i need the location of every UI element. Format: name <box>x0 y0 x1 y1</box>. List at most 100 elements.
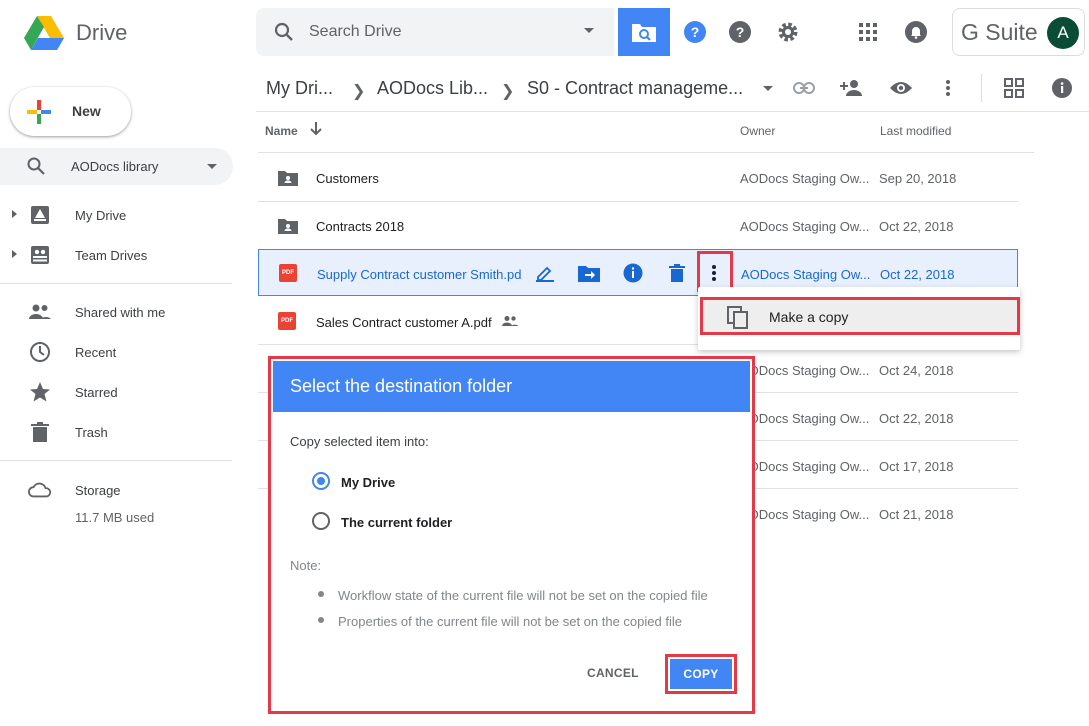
sidebar-item-label: Starred <box>75 385 118 400</box>
cancel-button[interactable]: CANCEL <box>587 666 639 680</box>
svg-text:?: ? <box>736 24 745 40</box>
sidebar-item-recent[interactable]: Recent <box>0 336 240 368</box>
header-divider <box>258 152 1034 153</box>
app-title[interactable]: Drive <box>76 20 127 46</box>
copy-button[interactable]: COPY <box>670 659 732 689</box>
star-icon <box>28 380 52 404</box>
table-row[interactable]: Contracts 2018 AODocs Staging Ow... Oct … <box>258 202 1018 249</box>
sidebar-item-storage[interactable]: Storage <box>0 474 240 506</box>
radio-my-drive[interactable] <box>312 472 330 490</box>
drive-logo-icon[interactable] <box>24 14 64 50</box>
file-owner: AODocs Staging Ow... <box>741 267 871 282</box>
sidebar-item-shared-with-me[interactable]: Shared with me <box>0 296 240 328</box>
link-icon[interactable] <box>792 76 816 100</box>
search-options-caret-icon[interactable] <box>584 28 594 33</box>
note-label: Note: <box>290 558 322 573</box>
file-name[interactable]: Sales Contract customer A.pdf <box>316 315 492 330</box>
note-item: Workflow state of the current file will … <box>338 588 708 603</box>
dialog-header: Select the destination folder <box>273 361 750 412</box>
library-label: AODocs library <box>71 159 159 174</box>
breadcrumb-item[interactable]: My Dri... <box>266 78 333 99</box>
add-person-icon[interactable] <box>840 76 864 100</box>
grid-view-icon[interactable] <box>1002 76 1026 100</box>
search-icon <box>27 157 45 175</box>
people-icon <box>28 300 52 324</box>
file-name[interactable]: Contracts 2018 <box>316 219 404 234</box>
breadcrumb-item[interactable]: AODocs Lib... <box>377 78 488 99</box>
search-icon[interactable] <box>272 20 296 44</box>
sidebar-item-my-drive[interactable]: My Drive <box>0 199 240 231</box>
trash-icon[interactable] <box>666 262 688 284</box>
shared-folder-icon <box>278 171 298 186</box>
trash-icon <box>28 420 52 444</box>
row-divider <box>258 344 698 345</box>
file-owner: AODocs Staging Ow... <box>740 363 870 378</box>
sidebar-item-trash[interactable]: Trash <box>0 416 240 448</box>
move-to-folder-icon[interactable] <box>578 262 600 284</box>
make-copy-menu-item[interactable]: Make a copy <box>700 297 1020 335</box>
pdf-file-icon: PDF <box>278 312 298 332</box>
storage-used-text: 11.7 MB used <box>75 510 155 525</box>
my-drive-icon <box>28 203 52 227</box>
shared-people-icon <box>501 314 519 332</box>
radio-current-folder[interactable] <box>312 512 330 530</box>
dialog-title: Select the destination folder <box>290 376 513 396</box>
table-row[interactable]: Customers AODocs Staging Ow... Sep 20, 2… <box>258 154 1018 201</box>
avatar[interactable]: A <box>1047 17 1079 49</box>
file-modified: Oct 17, 2018 <box>879 459 954 474</box>
radio-current-folder-label[interactable]: The current folder <box>341 515 452 530</box>
column-header-name[interactable]: Name <box>265 124 298 138</box>
aodocs-search-button[interactable] <box>618 8 670 56</box>
sidebar-item-label: Team Drives <box>75 248 148 263</box>
clock-icon <box>28 340 52 364</box>
new-button[interactable]: New <box>10 87 131 136</box>
sidebar-divider <box>0 460 232 461</box>
gear-icon[interactable] <box>776 20 800 44</box>
sidebar-item-label: Storage <box>75 483 121 498</box>
library-selector[interactable]: AODocs library <box>0 148 233 185</box>
notifications-bell-icon[interactable] <box>904 20 928 44</box>
team-drives-icon <box>28 243 52 267</box>
expand-arrow-icon[interactable] <box>12 250 17 258</box>
info-icon[interactable] <box>1050 76 1074 100</box>
file-modified: Oct 24, 2018 <box>879 363 954 378</box>
copy-button-highlight: COPY <box>665 654 737 694</box>
copy-icon <box>727 306 748 329</box>
help-icon[interactable]: ? <box>728 20 752 44</box>
edit-icon[interactable] <box>534 262 556 284</box>
sidebar-item-label: My Drive <box>75 208 127 223</box>
gsuite-account-button[interactable]: G Suite A <box>952 8 1085 56</box>
file-name[interactable]: Customers <box>316 171 379 186</box>
sidebar-divider <box>0 283 232 284</box>
column-header-owner[interactable]: Owner <box>740 124 775 138</box>
note-item: Properties of the current file will not … <box>338 614 682 629</box>
bullet-icon <box>318 591 324 597</box>
search-bar[interactable]: Search Drive <box>256 8 614 56</box>
chevron-down-icon[interactable] <box>763 86 773 91</box>
column-header-last-modified[interactable]: Last modified <box>880 124 951 138</box>
new-button-label: New <box>72 103 101 119</box>
file-owner: AODocs Staging Ow... <box>740 219 870 234</box>
file-owner: AODocs Staging Ow... <box>740 507 870 522</box>
shared-folder-icon <box>278 219 298 234</box>
gsuite-label: G Suite <box>961 19 1038 45</box>
radio-my-drive-label[interactable]: My Drive <box>341 475 395 490</box>
breadcrumb: My Dri... ❯ AODocs Lib... ❯ S0 - Contrac… <box>256 64 1089 112</box>
breadcrumb-item-current[interactable]: S0 - Contract manageme... <box>527 78 743 99</box>
cloud-icon <box>28 478 52 502</box>
aodocs-help-icon[interactable]: ? <box>683 20 707 44</box>
sidebar-item-label: Recent <box>75 345 117 360</box>
more-vertical-icon[interactable] <box>936 76 960 100</box>
expand-arrow-icon[interactable] <box>12 210 17 218</box>
file-owner: AODocs Staging Ow... <box>740 411 870 426</box>
info-icon[interactable] <box>622 262 644 284</box>
search-input[interactable]: Search Drive <box>309 23 401 41</box>
chevron-down-icon[interactable] <box>207 164 217 169</box>
sort-arrow-down-icon[interactable] <box>310 122 322 139</box>
file-name[interactable]: Supply Contract customer Smith.pd <box>317 267 521 282</box>
file-modified: Oct 22, 2018 <box>879 411 954 426</box>
apps-grid-icon[interactable] <box>856 20 880 44</box>
sidebar-item-starred[interactable]: Starred <box>0 376 240 408</box>
sidebar-item-team-drives[interactable]: Team Drives <box>0 239 240 271</box>
eye-icon[interactable] <box>889 76 913 100</box>
